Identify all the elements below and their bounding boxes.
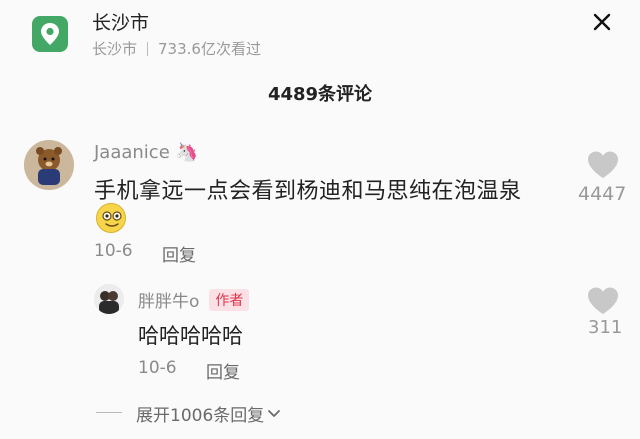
reply-button[interactable]: 回复 [162,241,196,266]
view-count: 733.6亿次看过 [158,40,261,58]
expand-replies-button[interactable]: 展开1006条回复 [136,401,281,426]
smile-emoji-icon [96,203,126,233]
location-subtitle: 长沙市 733.6亿次看过 [92,38,261,59]
username-text[interactable]: Jaaanice [94,142,170,163]
heart-icon [588,287,618,314]
reply-like-button[interactable] [586,286,620,316]
location-pin-icon[interactable] [32,16,68,52]
divider [147,41,149,56]
avatar[interactable] [24,140,74,190]
comment-count-title: 4489条评论 [267,84,373,105]
reply-username-text[interactable]: 胖胖牛o [138,287,199,312]
unicorn-emoji-icon: 🦄 [175,142,199,163]
close-button[interactable] [590,10,614,34]
divider [96,412,122,413]
reply-date: 10-6 [138,358,177,378]
reply-text: 哈哈哈哈哈 [138,324,243,348]
author-badge: 作者 [209,288,250,311]
heart-icon [588,151,618,178]
comment-username[interactable]: Jaaanice 🦄 [94,142,198,163]
close-icon [593,13,611,31]
like-button[interactable] [586,150,620,180]
reply-reply-button[interactable]: 回复 [206,358,240,383]
comment-panel: 长沙市 长沙市 733.6亿次看过 4489条评论 Jaaanice 🦄 手机拿… [0,0,640,439]
comment-date: 10-6 [94,241,133,261]
comment-text: 手机拿远一点会看到杨迪和马思纯在泡温泉 [94,179,522,204]
location-title[interactable]: 长沙市 [92,8,149,35]
reply-avatar[interactable] [94,284,124,314]
like-count: 4447 [578,183,627,205]
chevron-down-icon [268,409,281,417]
expand-replies-label[interactable]: 展开1006条回复 [136,401,264,426]
reply-username[interactable]: 胖胖牛o 作者 [138,287,250,312]
location-subtitle-place: 长沙市 [92,40,138,58]
reply-like-count: 311 [588,317,623,338]
